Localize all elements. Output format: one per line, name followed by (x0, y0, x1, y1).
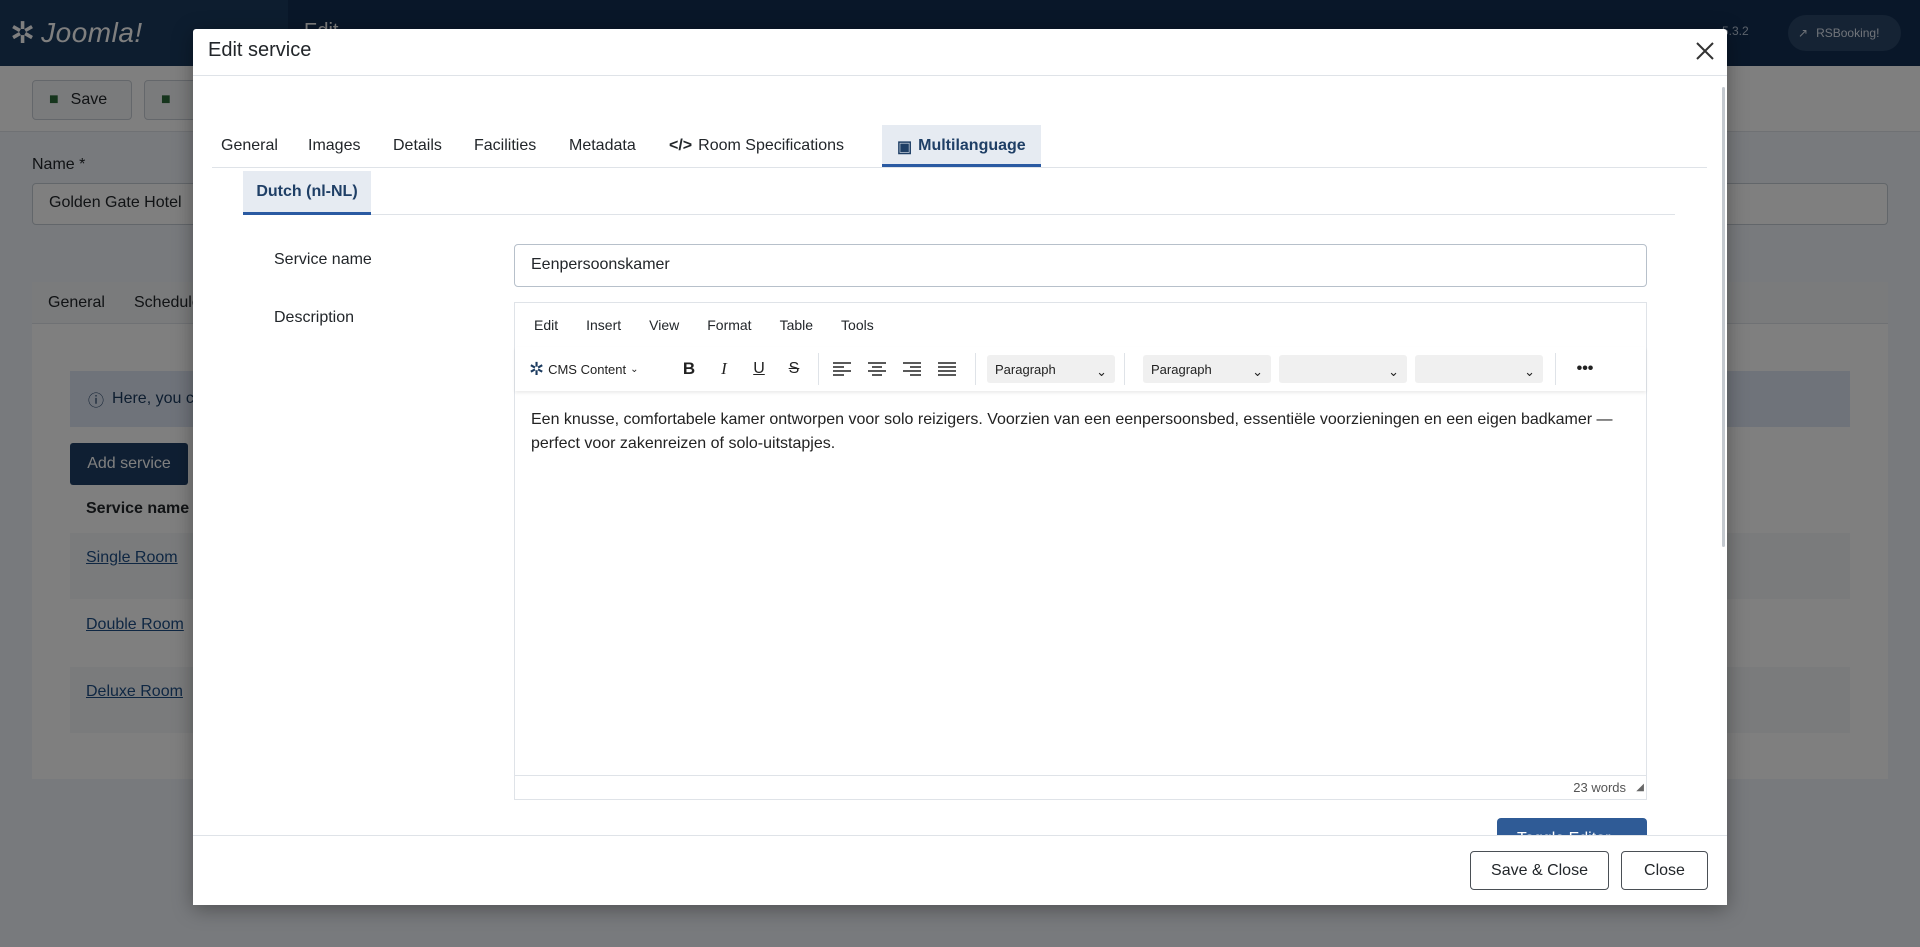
tab-metadata[interactable]: Metadata (569, 125, 636, 167)
editor-content[interactable]: Een knusse, comfortabele kamer ontworpen… (531, 408, 1631, 456)
modal-footer: Save & Close Close (193, 835, 1727, 905)
tab-details[interactable]: Details (393, 125, 442, 167)
close-icon[interactable] (1693, 39, 1717, 63)
block-format-select[interactable]: Paragraph ⌄ (987, 355, 1115, 383)
toolbar-separator (818, 353, 819, 385)
resize-handle-icon[interactable]: ◢ (1636, 782, 1644, 793)
chevron-down-icon: ⌄ (1388, 364, 1399, 379)
block-format-select-2[interactable]: Paragraph ⌄ (1143, 355, 1271, 383)
language-tabs: Dutch (nl-NL) (243, 171, 1675, 215)
align-left-icon (833, 362, 851, 376)
joomla-mark-icon: ✲ (529, 358, 545, 379)
bold-button[interactable]: B (675, 355, 703, 383)
menu-edit[interactable]: Edit (534, 317, 558, 333)
chevron-down-icon: ⌄ (1096, 364, 1107, 379)
modal-tabs: General Images Details Facilities Metada… (212, 77, 1707, 169)
italic-button[interactable]: I (710, 355, 738, 383)
save-close-button[interactable]: Save & Close (1470, 851, 1609, 890)
rich-text-editor: Edit Insert View Format Table Tools ✲ CM… (514, 302, 1647, 800)
chevron-down-icon: ⌄ (1252, 364, 1263, 379)
tab-images[interactable]: Images (308, 125, 360, 167)
tab-dutch[interactable]: Dutch (nl-NL) (243, 171, 371, 215)
close-button[interactable]: Close (1621, 851, 1708, 890)
editor-toolbar: ✲ CMS Content ⌄ B I U S Paragraph ⌄ Para… (515, 347, 1646, 391)
font-size-select[interactable]: ⌄ (1415, 355, 1543, 383)
chevron-down-icon: ⌄ (1524, 364, 1535, 379)
align-center-icon (868, 362, 886, 376)
word-count: 23 words (1573, 780, 1626, 795)
edit-service-modal: Edit service General Images Details Faci… (193, 29, 1727, 905)
align-right-icon (903, 362, 921, 376)
code-icon: </> (669, 137, 693, 154)
menu-insert[interactable]: Insert (586, 317, 621, 333)
align-center-button[interactable] (863, 355, 891, 383)
chevron-down-icon: ⌄ (630, 363, 639, 375)
align-right-button[interactable] (898, 355, 926, 383)
tab-multilanguage[interactable]: ▣ Multilanguage (882, 125, 1041, 167)
description-label: Description (274, 309, 355, 326)
strikethrough-button[interactable]: S (780, 355, 808, 383)
font-family-select[interactable]: ⌄ (1279, 355, 1407, 383)
tab-general[interactable]: General (221, 125, 278, 167)
modal-scrollbar[interactable] (1722, 87, 1725, 547)
align-left-button[interactable] (828, 355, 856, 383)
editor-statusbar: 23 words ◢ (515, 775, 1646, 799)
menu-table[interactable]: Table (780, 317, 813, 333)
more-icon[interactable]: ••• (1569, 355, 1601, 383)
cms-content-button[interactable]: ✲ CMS Content ⌄ (529, 355, 659, 383)
toolbar-separator (1555, 353, 1556, 385)
tab-facilities[interactable]: Facilities (474, 125, 536, 167)
toolbar-separator (975, 353, 976, 385)
service-name-input[interactable]: Eenpersoonskamer (514, 244, 1647, 287)
modal-header: Edit service (193, 29, 1727, 76)
editor-menubar: Edit Insert View Format Table Tools (515, 303, 1646, 347)
tab-room-specifications[interactable]: </> Room Specifications (669, 125, 844, 167)
menu-view[interactable]: View (649, 317, 679, 333)
justify-icon (938, 362, 956, 376)
menu-tools[interactable]: Tools (841, 317, 874, 333)
tabs-divider (212, 167, 1707, 168)
underline-button[interactable]: U (745, 355, 773, 383)
toolbar-separator (1124, 353, 1125, 385)
justify-button[interactable] (933, 355, 961, 383)
service-name-label: Service name (274, 251, 372, 268)
modal-title: Edit service (208, 39, 312, 61)
language-icon: ▣ (897, 139, 913, 156)
menu-format[interactable]: Format (707, 317, 751, 333)
